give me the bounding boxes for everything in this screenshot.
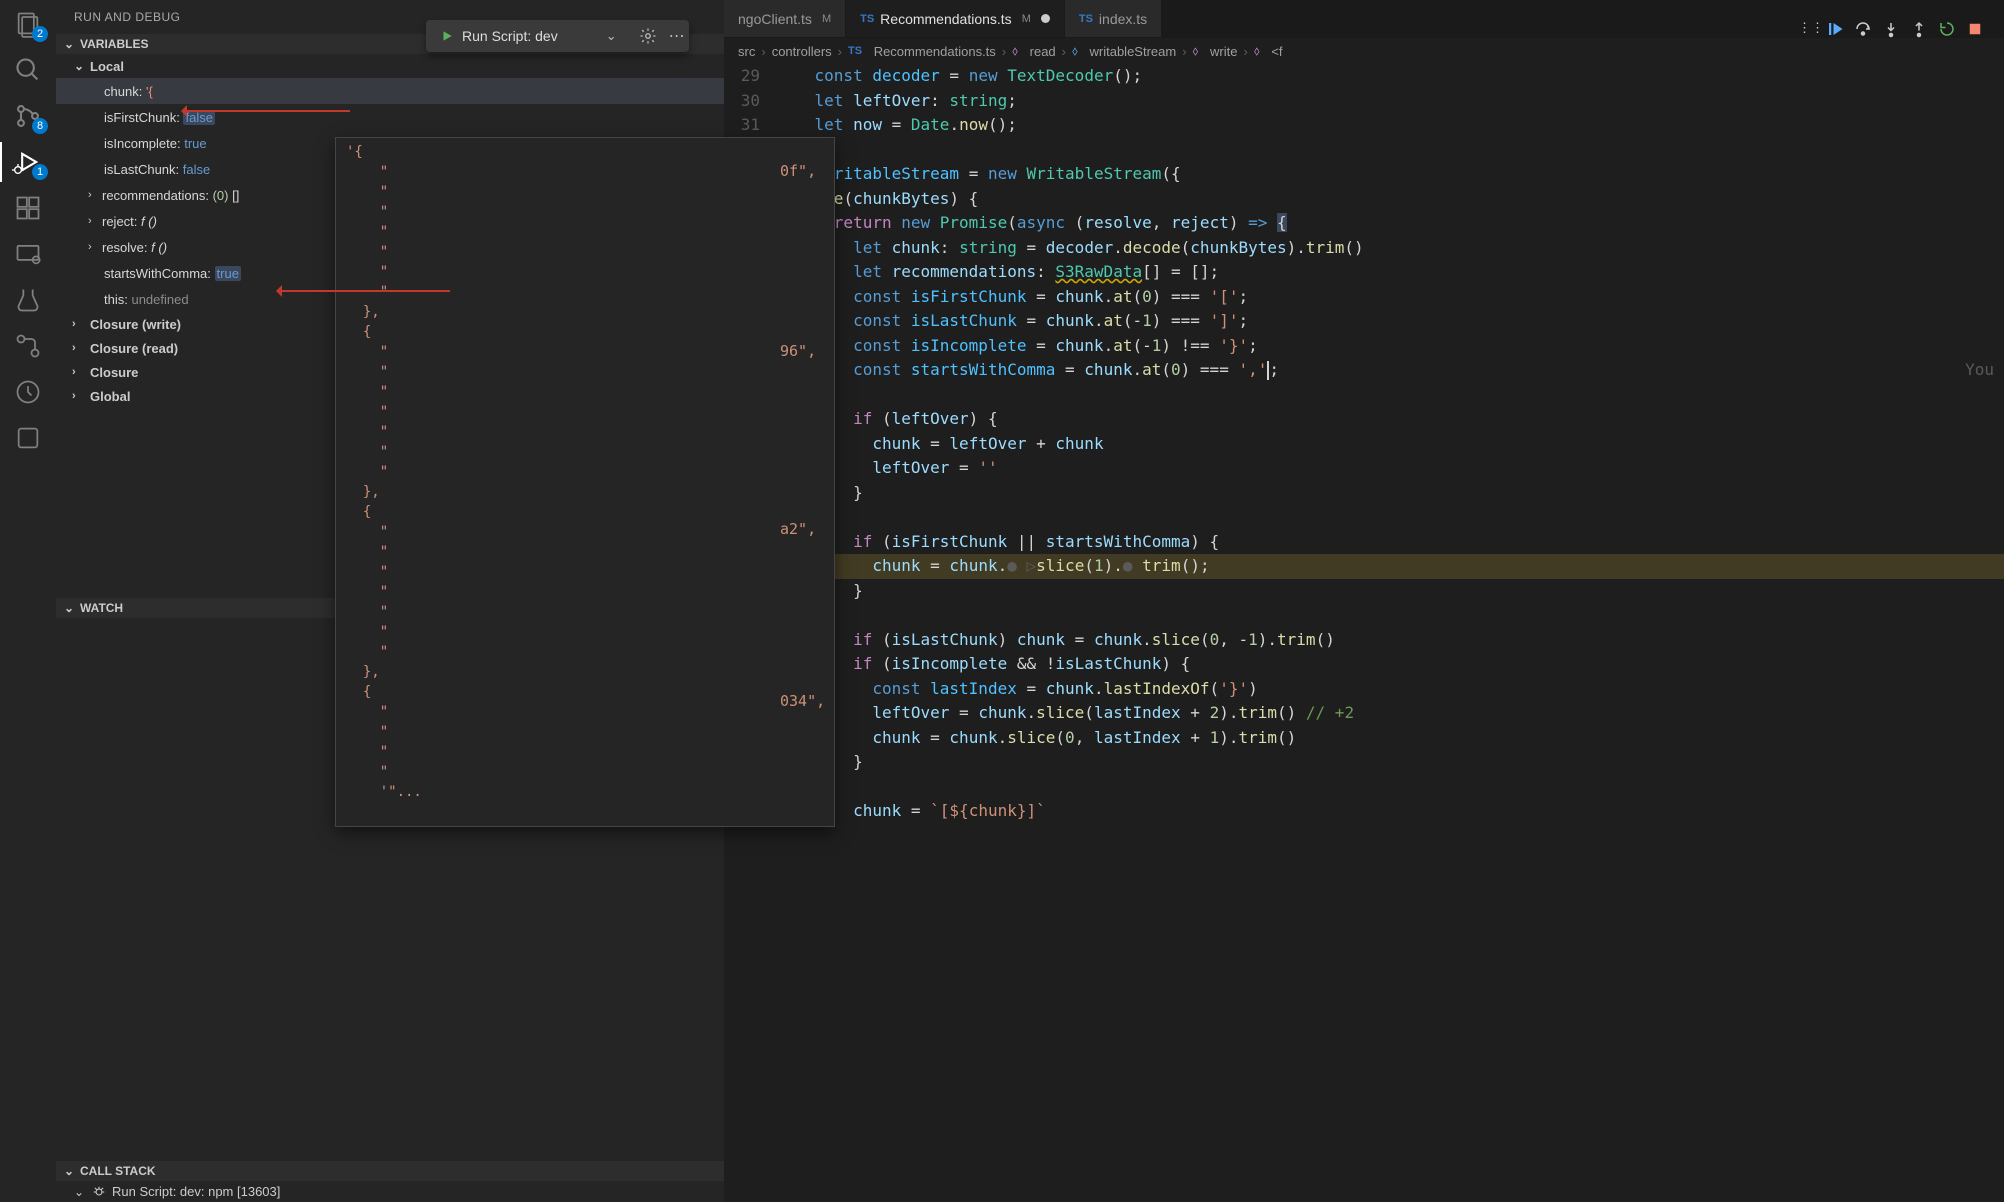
breadcrumbs[interactable]: src› controllers› TS Recommendations.ts›… (724, 38, 2004, 64)
activity-bar: 2 8 1 (0, 0, 56, 1202)
play-icon (440, 29, 454, 43)
chevron-right-icon[interactable]: › (88, 241, 102, 253)
debug-icon[interactable]: 1 (14, 148, 42, 176)
bookmarks-icon[interactable] (14, 424, 42, 452)
annotation-arrow (185, 110, 350, 112)
code-editor[interactable]: 29303160 const decoder = new TextDecoder… (724, 64, 2004, 1202)
debug-config-selector[interactable]: Run Script: dev ⌄ (430, 26, 627, 46)
peek-text: 034", (780, 692, 825, 710)
debug-step-controls: ⋮⋮ (1798, 20, 1984, 38)
remote-icon[interactable] (14, 240, 42, 268)
method-icon: ⬨ (1254, 43, 1260, 59)
chevron-down-icon: ⌄ (62, 601, 76, 615)
step-into-icon[interactable] (1882, 20, 1900, 38)
source-control-icon[interactable]: 8 (14, 102, 42, 130)
continue-icon[interactable] (1826, 20, 1844, 38)
chevron-right-icon[interactable]: › (72, 390, 86, 402)
chevron-down-icon: ⌄ (62, 1164, 76, 1178)
chevron-right-icon[interactable]: › (88, 189, 102, 201)
presence-label: You (1965, 358, 1994, 383)
peek-text: 0f", (780, 162, 816, 180)
restart-icon[interactable] (1938, 20, 1956, 38)
typescript-icon: TS (848, 45, 862, 57)
drag-handle-icon[interactable]: ⋮⋮ (1798, 20, 1816, 38)
bug-icon (92, 1185, 106, 1199)
editor-main: ngoClient.ts M TS Recommendations.ts M T… (724, 0, 2004, 1202)
chevron-right-icon[interactable]: › (72, 318, 86, 330)
var-isFirstChunk[interactable]: isFirstChunk: false (56, 104, 724, 130)
code-area[interactable]: const decoder = new TextDecoder(); let l… (776, 64, 2004, 1202)
github-actions-icon[interactable] (14, 332, 42, 360)
chevron-right-icon[interactable]: › (72, 366, 86, 378)
scope-local[interactable]: ⌄ Local (56, 54, 724, 78)
tab-ngoclient[interactable]: ngoClient.ts M (724, 0, 846, 37)
step-out-icon[interactable] (1910, 20, 1928, 38)
chevron-down-icon: ⌄ (62, 37, 76, 51)
more-icon[interactable]: ⋯ (669, 26, 685, 46)
chevron-right-icon[interactable]: › (88, 215, 102, 227)
chevron-down-icon: ⌄ (72, 59, 86, 73)
stop-icon[interactable] (1966, 20, 1984, 38)
method-icon: ⬨ (1193, 43, 1199, 59)
annotation-arrow (280, 290, 450, 292)
tab-index[interactable]: TS index.ts (1065, 0, 1162, 37)
search-icon[interactable] (14, 56, 42, 84)
chevron-down-icon: ⌄ (72, 1185, 86, 1199)
callstack-item[interactable]: ⌄ Run Script: dev: npm [13603] (56, 1181, 724, 1202)
variable-icon: ⬨ (1072, 43, 1078, 59)
peek-text: a2", (780, 520, 816, 538)
chevron-down-icon: ⌄ (606, 28, 617, 44)
typescript-icon: TS (1079, 13, 1093, 25)
timeline-icon[interactable] (14, 378, 42, 406)
explorer-icon[interactable]: 2 (14, 10, 42, 38)
debug-hover-tooltip: '{ " " " " " " " }, { " " " " " " " }, {… (335, 137, 835, 827)
explorer-badge: 2 (32, 26, 48, 42)
scm-badge: 8 (32, 118, 48, 134)
typescript-icon: TS (860, 13, 874, 25)
peek-text: 96", (780, 342, 816, 360)
callstack-section-header[interactable]: ⌄ CALL STACK (56, 1161, 724, 1181)
method-icon: ⬨ (1012, 43, 1018, 59)
var-chunk[interactable]: chunk: '{ (56, 78, 724, 104)
chevron-right-icon[interactable]: › (72, 342, 86, 354)
extensions-icon[interactable] (14, 194, 42, 222)
tab-recommendations[interactable]: TS Recommendations.ts M (846, 0, 1065, 37)
debug-toolbar: Run Script: dev ⌄ ⋯ (426, 20, 689, 52)
debug-badge: 1 (32, 164, 48, 180)
testing-icon[interactable] (14, 286, 42, 314)
gear-icon[interactable] (639, 27, 657, 45)
step-over-icon[interactable] (1854, 20, 1872, 38)
dirty-indicator-icon (1041, 14, 1050, 23)
